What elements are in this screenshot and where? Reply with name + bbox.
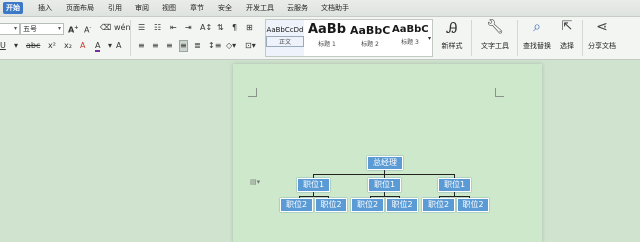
paragraph-handle-icon[interactable]: ▤▾ [250, 178, 260, 186]
find-replace-label: 查找替换 [523, 42, 551, 50]
font-name-select[interactable]: ▾ [0, 23, 20, 35]
connector-line [370, 196, 400, 197]
style-label: 标题 3 [401, 39, 419, 46]
shrink-font-icon[interactable]: A- [84, 23, 91, 36]
org-node-level2[interactable]: 职位2 [386, 198, 418, 212]
select-button[interactable]: ⇱ 选择 [556, 19, 578, 51]
font-color-icon[interactable]: A [95, 41, 101, 52]
org-node-level2[interactable]: 职位2 [351, 198, 384, 212]
underline-dropdown-icon[interactable]: ▾ [14, 41, 18, 51]
tab-references[interactable]: 引用 [108, 2, 122, 14]
margin-corner-mark [495, 88, 504, 97]
decrease-indent-icon[interactable]: ⇤ [170, 23, 177, 33]
font-color-dropdown-icon[interactable]: ▾ [108, 41, 112, 51]
separator [582, 20, 583, 56]
cursor-icon: ⇱ [561, 19, 573, 34]
tab-review[interactable]: 审阅 [135, 2, 149, 14]
font-size-value: 五号 [23, 25, 37, 33]
search-icon: ⌕ [533, 19, 541, 35]
underline-icon[interactable]: U [0, 41, 6, 51]
menu-bar: 开始 插入 页面布局 引用 审阅 视图 章节 安全 开发工具 云服务 文档助手 [0, 0, 640, 17]
style-heading-1[interactable]: AaBb 标题 1 [306, 20, 348, 56]
text-effect-icon[interactable]: A [80, 41, 85, 51]
bullet-list-icon[interactable]: ☰ [138, 23, 145, 33]
numbered-list-icon[interactable]: ☷ [154, 23, 161, 33]
tab-developer[interactable]: 开发工具 [246, 2, 274, 14]
style-heading-2[interactable]: AaBbC 标题 2 [350, 20, 390, 56]
style-preview: AaBbC [350, 24, 390, 37]
tab-security[interactable]: 安全 [218, 2, 232, 14]
style-preview: AaBb [307, 22, 347, 37]
share-doc-button[interactable]: ⋖ 分享文档 [585, 19, 619, 51]
style-normal[interactable]: AaBbCcDd 正文 [266, 20, 304, 56]
table-icon[interactable]: ⊞ [246, 23, 253, 33]
shading-icon[interactable]: ◇▾ [226, 41, 236, 51]
org-node-level1[interactable]: 职位1 [438, 178, 471, 192]
style-label: 正文 [266, 36, 304, 47]
margin-corner-mark [248, 88, 257, 97]
document-page[interactable]: ▤▾ 总经理 职位1 职位1 职位1 职位2 职位2 职位2 职位2 职位2 职… [233, 64, 542, 242]
align-right-icon[interactable]: ≡ [166, 41, 173, 51]
org-node-level2[interactable]: 职位2 [422, 198, 455, 212]
style-heading-3[interactable]: AaBbC 标题 3 [392, 20, 428, 56]
subscript-icon[interactable]: x₂ [64, 41, 72, 51]
font-size-select[interactable]: 五号 ▾ [20, 23, 64, 35]
find-replace-button[interactable]: ⌕ 查找替换 [519, 19, 555, 51]
tab-insert[interactable]: 插入 [38, 2, 52, 14]
superscript-icon[interactable]: x² [48, 41, 56, 51]
style-preview: AaBbCcDd [266, 26, 304, 34]
char-shading-icon[interactable]: A [116, 41, 121, 51]
strikethrough-icon[interactable]: abc [26, 41, 40, 51]
border-icon[interactable]: ⊡▾ [245, 41, 256, 51]
org-node-root[interactable]: 总经理 [367, 156, 403, 170]
style-gallery: AaBbCcDd 正文 AaBb 标题 1 AaBbC 标题 2 AaBbC 标… [265, 19, 433, 57]
tab-view[interactable]: 视图 [162, 2, 176, 14]
tab-chapter[interactable]: 章节 [190, 2, 204, 14]
sort-icon[interactable]: ⇅ [217, 23, 224, 33]
style-scroll-icon[interactable]: ▾ [428, 34, 431, 44]
tab-page-layout[interactable]: 页面布局 [66, 2, 94, 14]
new-style-label: 新样式 [441, 42, 463, 50]
new-style-icon: Ꭿ [446, 19, 458, 37]
share-doc-label: 分享文档 [588, 42, 616, 50]
line-spacing-icon[interactable]: ↕≡ [208, 41, 221, 51]
text-tools-label: 文字工具 [481, 42, 509, 50]
ribbon-toolbar: ▾ 五号 ▾ A+ A- ⌫ wén U ▾ abc x² x₂ A A ▾ A … [0, 17, 640, 60]
connector-line [439, 196, 470, 197]
org-node-level2[interactable]: 职位2 [457, 198, 489, 212]
tab-cloud-service[interactable]: 云服务 [287, 2, 308, 14]
share-icon: ⋖ [596, 19, 608, 35]
align-left-icon[interactable]: ≡ [138, 41, 145, 51]
separator [517, 20, 518, 56]
text-tools-button[interactable]: 🔧︎ 文字工具 [475, 19, 515, 51]
org-node-level2[interactable]: 职位2 [315, 198, 347, 212]
tab-doc-assistant[interactable]: 文档助手 [321, 2, 349, 14]
style-label: 标题 1 [318, 41, 336, 48]
clear-format-icon[interactable]: ⌫ [100, 23, 111, 33]
separator [471, 20, 472, 56]
grow-font-icon[interactable]: A+ [68, 23, 78, 36]
phonetic-icon[interactable]: wén [114, 23, 131, 33]
org-node-level2[interactable]: 职位2 [280, 198, 313, 212]
new-style-button[interactable]: Ꭿ 新样式 [436, 19, 468, 51]
increase-indent-icon[interactable]: ⇥ [185, 23, 192, 33]
justify-icon[interactable]: ≡ [179, 40, 188, 52]
wrench-icon: 🔧︎ [486, 19, 504, 35]
tab-start[interactable]: 开始 [3, 2, 23, 14]
org-node-level1[interactable]: 职位1 [368, 178, 401, 192]
style-preview: AaBbC [392, 24, 428, 35]
chinese-layout-icon[interactable]: A↕ [200, 23, 212, 33]
distributed-icon[interactable]: ≣ [194, 41, 201, 51]
style-label: 标题 2 [361, 41, 379, 48]
connector-line [299, 196, 329, 197]
org-node-level1[interactable]: 职位1 [297, 178, 330, 192]
separator [130, 20, 131, 56]
align-center-icon[interactable]: ≡ [152, 41, 159, 51]
select-label: 选择 [560, 42, 574, 50]
show-marks-icon[interactable]: ¶ [232, 23, 237, 33]
